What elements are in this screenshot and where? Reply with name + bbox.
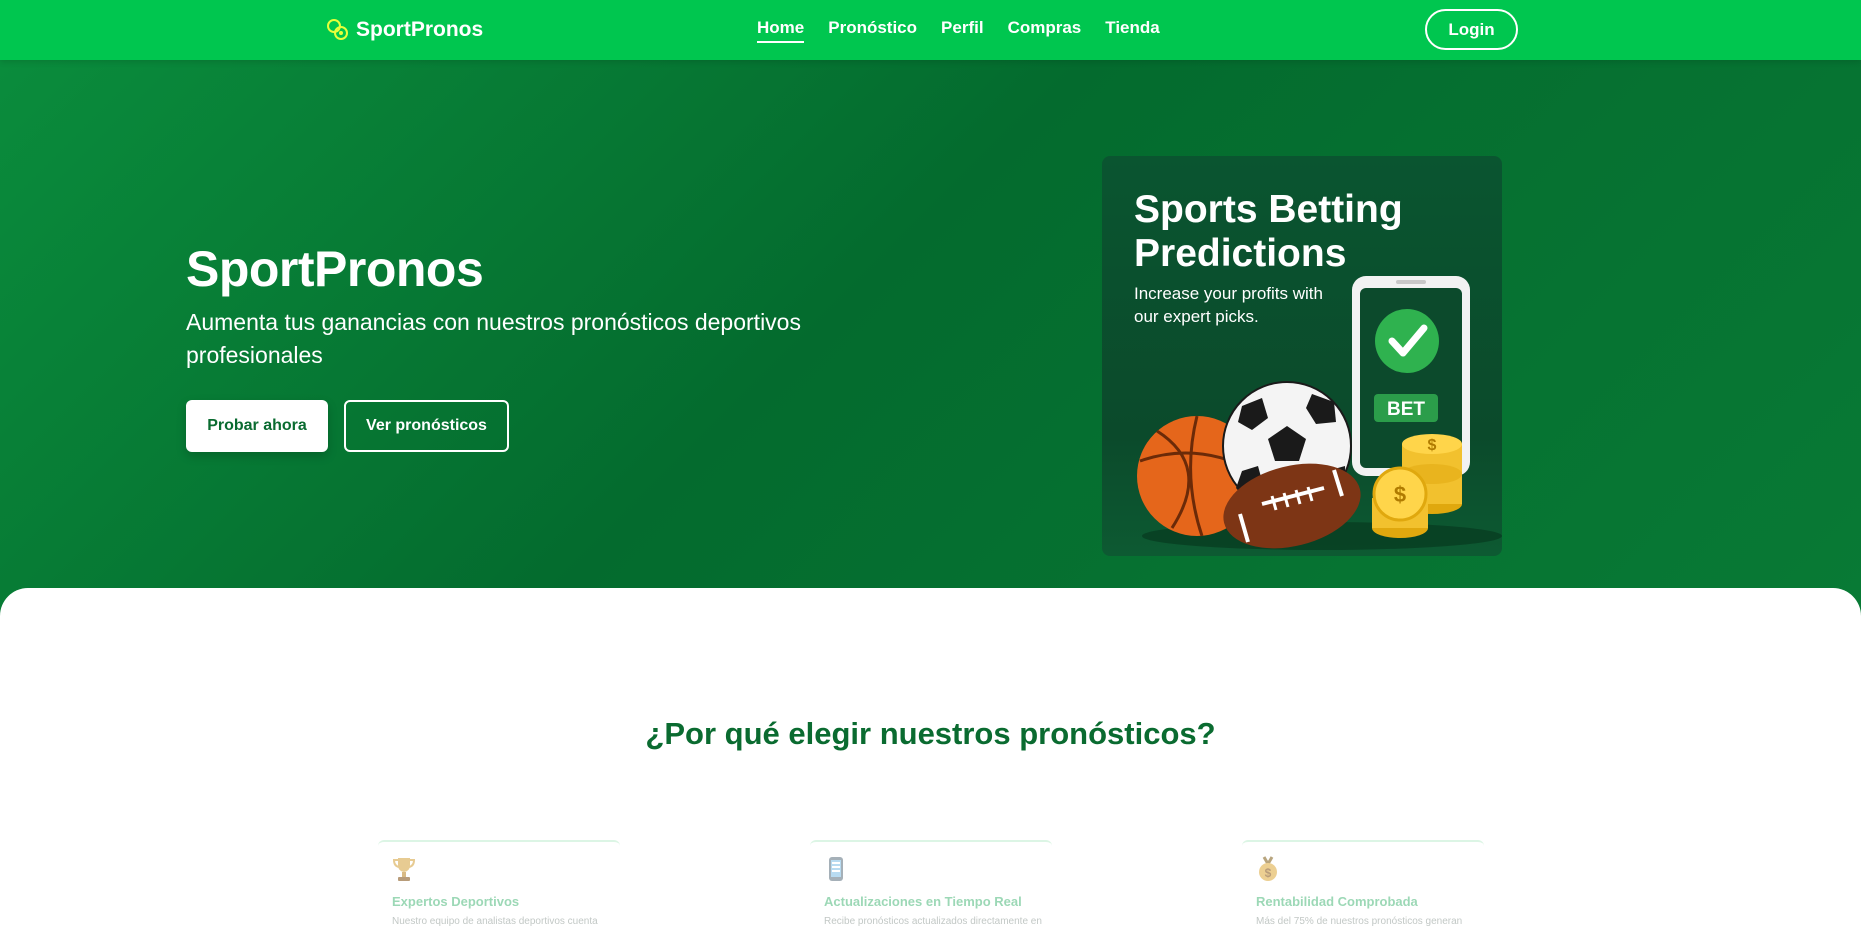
nav-link-pronostico[interactable]: Pronóstico — [828, 18, 917, 41]
coins-logo-icon — [327, 19, 348, 40]
brand-link[interactable]: SportPronos — [326, 14, 483, 46]
feature-description: Más del 75% de nuestros pronósticos gene… — [1256, 916, 1463, 927]
main-nav: Home Pronóstico Perfil Compras Tienda — [757, 18, 1160, 43]
nav-link-compras[interactable]: Compras — [1008, 18, 1082, 41]
hero-section: SportPronos Aumenta tus ganancias con nu… — [0, 60, 1861, 620]
feature-description: Recibe pronósticos actualizados directam… — [824, 916, 1042, 927]
bet-badge-label: BET — [1387, 399, 1425, 420]
nav-item: Home — [757, 18, 805, 43]
feature-description: Nuestro equipo de analistas deportivos c… — [392, 916, 598, 927]
feature-card: $ Rentabilidad Comprobada Más del 75% de… — [1242, 840, 1484, 930]
feature-card: Actualizaciones en Tiempo Real Recibe pr… — [810, 840, 1052, 930]
trophy-icon — [392, 858, 416, 881]
coin-symbol: $ — [1428, 437, 1437, 454]
nav-link-home[interactable]: Home — [757, 18, 805, 43]
nav-item: Compras — [1008, 18, 1082, 43]
medal-icon: $ — [1259, 856, 1277, 881]
feature-title: Expertos Deportivos — [392, 894, 520, 909]
sports-illustration: BET $ $ — [1137, 276, 1502, 550]
navbar: SportPronos Home Pronóstico Perfil Compr… — [0, 0, 1861, 60]
login-button[interactable]: Login — [1425, 9, 1518, 50]
feature-card: Expertos Deportivos Nuestro equipo de an… — [378, 840, 620, 930]
nav-link-tienda[interactable]: Tienda — [1105, 18, 1159, 41]
feature-title: Actualizaciones en Tiempo Real — [824, 894, 1022, 909]
features-section: ¿Por qué elegir nuestros pronósticos? Ex… — [0, 588, 1861, 930]
nav-item: Perfil — [941, 18, 984, 43]
nav-item: Pronóstico — [828, 18, 917, 43]
brand-name: SportPronos — [356, 18, 484, 41]
section-title: ¿Por qué elegir nuestros pronósticos? — [645, 716, 1216, 751]
feature-title: Rentabilidad Comprobada — [1256, 894, 1418, 909]
svg-text:$: $ — [1265, 866, 1272, 880]
phone-icon — [829, 857, 843, 881]
try-now-button[interactable]: Probar ahora — [186, 400, 328, 452]
coin-symbol: $ — [1394, 482, 1406, 507]
nav-link-perfil[interactable]: Perfil — [941, 18, 984, 41]
promo-image: Sports Betting Predictions Increase your… — [1102, 156, 1502, 556]
hero-title: SportPronos — [186, 241, 484, 297]
view-predictions-button[interactable]: Ver pronósticos — [344, 400, 509, 452]
promo-title: Sports Betting Predictions — [1134, 188, 1403, 275]
hero-subtitle: Aumenta tus ganancias con nuestros pronó… — [186, 309, 801, 368]
nav-item: Tienda — [1105, 18, 1159, 43]
